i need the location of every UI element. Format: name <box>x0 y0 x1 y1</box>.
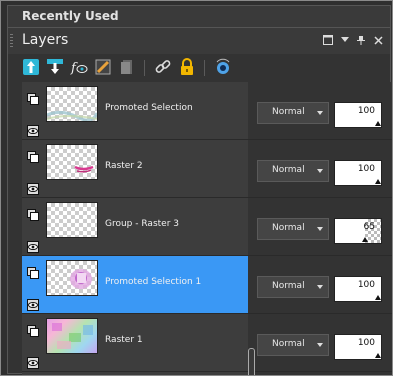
layer-thumbnail <box>46 86 99 122</box>
new-raster-layer-icon[interactable] <box>22 58 40 76</box>
recently-used-title: Recently Used <box>22 9 119 23</box>
opacity-slider[interactable]: 100 <box>334 102 382 128</box>
layer-thumbnail <box>46 318 98 354</box>
layers-window: Recently Used Layers f Promoted Selectio… <box>0 0 393 376</box>
layer-type-icon[interactable] <box>27 206 39 221</box>
opacity-value: 65 <box>363 222 375 232</box>
opacity-value: 100 <box>357 164 375 174</box>
opacity-value: 100 <box>357 338 375 348</box>
layer-type-icon[interactable] <box>27 322 39 337</box>
recently-used-header[interactable]: Recently Used <box>7 5 391 27</box>
pin-icon[interactable] <box>355 34 367 46</box>
chevron-down-icon <box>317 111 323 115</box>
layer-name: Promoted Selection <box>105 103 193 113</box>
blend-mode-dropdown[interactable]: Normal <box>257 334 329 356</box>
blend-mode-value: Normal <box>272 223 305 233</box>
layer-properties-column: Normal 100 Normal 100 Normal 65 Normal 1… <box>248 82 392 375</box>
new-adjustment-layer-icon[interactable]: f <box>70 58 88 76</box>
layer-thumbnail <box>46 144 98 180</box>
layer-type-icon[interactable] <box>27 148 39 163</box>
layer-name: Promoted Selection 1 <box>105 277 202 287</box>
chevron-down-icon <box>317 343 323 347</box>
layer-name: Raster 1 <box>105 335 143 345</box>
layer-name: Group - Raster 3 <box>105 219 179 229</box>
chevron-down-icon <box>317 227 323 231</box>
layer-properties-row: Normal 100 <box>248 256 392 314</box>
lock-transparency-icon[interactable] <box>178 58 196 76</box>
chevron-down-icon <box>317 285 323 289</box>
eye-icon[interactable] <box>27 238 39 253</box>
opacity-slider[interactable]: 100 <box>334 276 382 302</box>
opacity-marker[interactable] <box>361 237 368 242</box>
blend-mode-value: Normal <box>272 339 305 349</box>
chevron-down-icon <box>317 169 323 173</box>
opacity-fill <box>335 219 365 243</box>
toolbar-separator <box>144 60 145 76</box>
grip-icon[interactable] <box>10 34 13 48</box>
eye-icon[interactable] <box>27 180 39 195</box>
layer-properties-row: Normal 100 <box>248 314 392 372</box>
palette-titlebar[interactable]: Layers <box>8 28 390 54</box>
link-layers-icon[interactable] <box>154 58 172 76</box>
layer-type-icon[interactable] <box>27 264 39 279</box>
blend-mode-value: Normal <box>272 107 305 117</box>
layer-properties-row: Normal 100 <box>248 140 392 198</box>
toolbar-separator <box>204 60 205 76</box>
palette-title: Layers <box>22 32 69 48</box>
maximize-icon[interactable] <box>322 34 334 46</box>
duplicate-layer-icon[interactable] <box>118 58 136 76</box>
new-mask-layer-icon[interactable] <box>94 58 112 76</box>
layer-row[interactable]: Promoted Selection <box>22 82 248 140</box>
opacity-slider[interactable]: 100 <box>334 160 382 186</box>
layer-properties-row: Normal 65 <box>248 198 392 256</box>
eye-icon[interactable] <box>27 122 39 137</box>
menu-dropdown-icon[interactable] <box>339 34 351 46</box>
layer-row-selected[interactable]: Promoted Selection 1 <box>22 256 248 314</box>
eye-icon[interactable] <box>27 296 39 311</box>
opacity-slider[interactable]: 100 <box>334 334 382 360</box>
opacity-marker[interactable] <box>375 295 381 300</box>
layer-row[interactable]: Raster 1 <box>22 314 248 372</box>
opacity-slider[interactable]: 65 <box>334 218 382 244</box>
layer-name: Raster 2 <box>105 161 143 171</box>
layer-properties-row: Normal 100 <box>248 82 392 140</box>
layer-visibility-toggle-icon[interactable] <box>214 58 232 76</box>
blend-mode-dropdown[interactable]: Normal <box>257 218 329 240</box>
blend-mode-dropdown[interactable]: Normal <box>257 160 329 182</box>
opacity-marker[interactable] <box>375 353 381 358</box>
layers-list: Promoted Selection Raster 2 Group - Rast… <box>22 82 248 375</box>
scrollbar-thumb[interactable] <box>248 348 255 375</box>
close-icon[interactable] <box>372 34 384 46</box>
opacity-marker[interactable] <box>375 121 381 126</box>
layer-thumbnail <box>46 202 98 238</box>
layer-thumbnail <box>46 260 98 296</box>
layer-type-icon[interactable] <box>27 90 39 105</box>
new-layer-from-below-icon[interactable] <box>46 58 64 76</box>
layers-palette: Layers f Promoted Selection Raster 2 Gro… <box>7 27 392 375</box>
blend-mode-dropdown[interactable]: Normal <box>257 102 329 124</box>
opacity-value: 100 <box>357 280 375 290</box>
blend-mode-value: Normal <box>272 281 305 291</box>
eye-icon[interactable] <box>27 354 39 369</box>
layer-row[interactable]: Raster 2 <box>22 140 248 198</box>
layers-toolbar: f <box>8 54 390 82</box>
blend-mode-value: Normal <box>272 165 305 175</box>
blend-mode-dropdown[interactable]: Normal <box>257 276 329 298</box>
opacity-value: 100 <box>357 106 375 116</box>
layer-row[interactable]: Group - Raster 3 <box>22 198 248 256</box>
opacity-marker[interactable] <box>375 179 381 184</box>
